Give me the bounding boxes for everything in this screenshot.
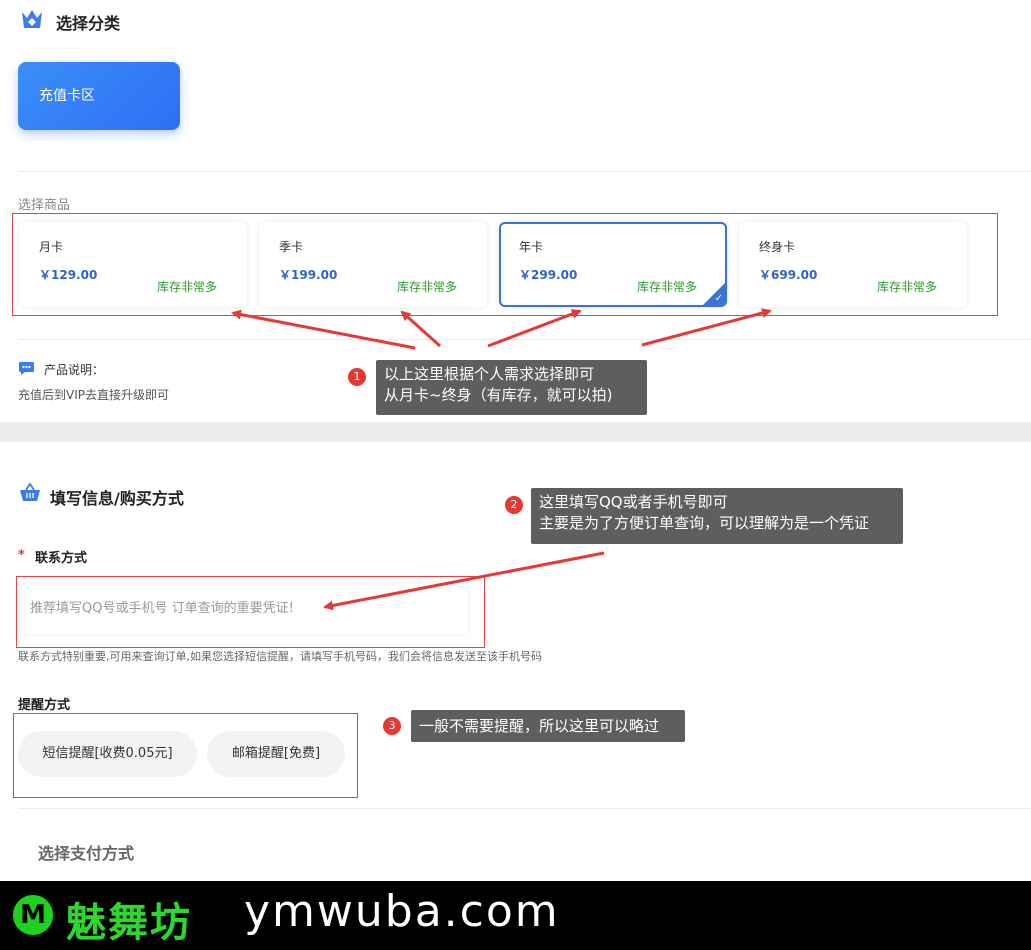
annotation-badge-1: 1 <box>348 368 366 386</box>
divider <box>18 808 1031 809</box>
annotation-callout-1: 以上这里根据个人需求选择即可 从月卡~终身（有库存，就可以拍) <box>376 360 647 415</box>
annotation-callout-3: 一般不需要提醒，所以这里可以略过 <box>411 710 685 742</box>
product-section-title: 选择商品 <box>18 198 71 213</box>
brand-name-en: ymwuba.com <box>244 886 560 937</box>
product-card-monthly[interactable]: 月卡 ￥129.00 库存非常多 <box>19 222 247 307</box>
remind-option-email[interactable]: 邮箱提醒[免费] <box>207 731 345 777</box>
product-card-yearly[interactable]: 年卡 ￥299.00 库存非常多 ✓ <box>499 222 727 307</box>
product-stock: 库存非常多 <box>876 280 937 294</box>
crown-icon <box>22 10 42 28</box>
annotation-text: 从月卡~终身（有库存，就可以拍) <box>384 386 613 404</box>
basket-icon <box>20 482 40 501</box>
annotation-badge-3: 3 <box>383 717 401 735</box>
remind-option-sms[interactable]: 短信提醒[收费0.05元] <box>18 731 197 777</box>
product-stock: 库存非常多 <box>396 280 457 294</box>
product-name: 月卡 <box>39 240 64 254</box>
chat-bubble-icon <box>19 362 34 375</box>
annotation-badge-2: 2 <box>505 496 523 514</box>
product-desc-title: 产品说明： <box>44 363 105 377</box>
arrow-to-yearly <box>487 309 582 348</box>
remind-label: 提醒方式 <box>18 698 71 713</box>
contact-label: 联系方式 <box>35 551 88 566</box>
annotation-callout-2: 这里填写QQ或者手机号即可 主要是为了方便订单查询，可以理解为是一个凭证 <box>531 488 903 544</box>
arrow-to-monthly <box>231 309 416 350</box>
product-name: 终身卡 <box>759 240 796 254</box>
check-icon: ✓ <box>714 293 723 304</box>
annotation-text: 以上这里根据个人需求选择即可 <box>384 365 595 383</box>
product-name: 年卡 <box>519 240 544 254</box>
contact-hint: 联系方式特别重要,可用来查询订单,如果您选择短信提醒，请填写手机号码，我们会将信… <box>18 650 542 663</box>
product-card-quarterly[interactable]: 季卡 ￥199.00 库存非常多 <box>259 222 487 307</box>
required-mark: * <box>18 548 25 563</box>
divider <box>18 339 1031 340</box>
product-stock: 库存非常多 <box>636 280 697 294</box>
product-name: 季卡 <box>279 240 304 254</box>
section-separator <box>0 422 1031 442</box>
brand-logo: M <box>10 892 56 938</box>
annotation-text: 这里填写QQ或者手机号即可 <box>539 493 728 511</box>
product-card-lifetime[interactable]: 终身卡 ￥699.00 库存非常多 <box>739 222 967 307</box>
payment-section-title: 选择支付方式 <box>38 844 135 863</box>
form-section-title: 填写信息/购买方式 <box>50 489 184 508</box>
annotation-text: 主要是为了方便订单查询，可以理解为是一个凭证 <box>539 514 870 532</box>
product-stock: 库存非常多 <box>156 280 217 294</box>
brand-name-cn: 魅舞坊 <box>66 900 192 946</box>
category-card-recharge[interactable]: 充值卡区 <box>18 62 180 130</box>
category-section-title: 选择分类 <box>56 14 121 33</box>
contact-input[interactable]: 推荐填写QQ号或手机号 订单查询的重要凭证! <box>22 584 468 634</box>
divider <box>18 171 1031 172</box>
arrow-to-quarterly <box>400 310 442 348</box>
product-desc-text: 充值后到VIP去直接升级即可 <box>18 388 169 402</box>
annotation-text: 一般不需要提醒，所以这里可以略过 <box>419 717 660 735</box>
